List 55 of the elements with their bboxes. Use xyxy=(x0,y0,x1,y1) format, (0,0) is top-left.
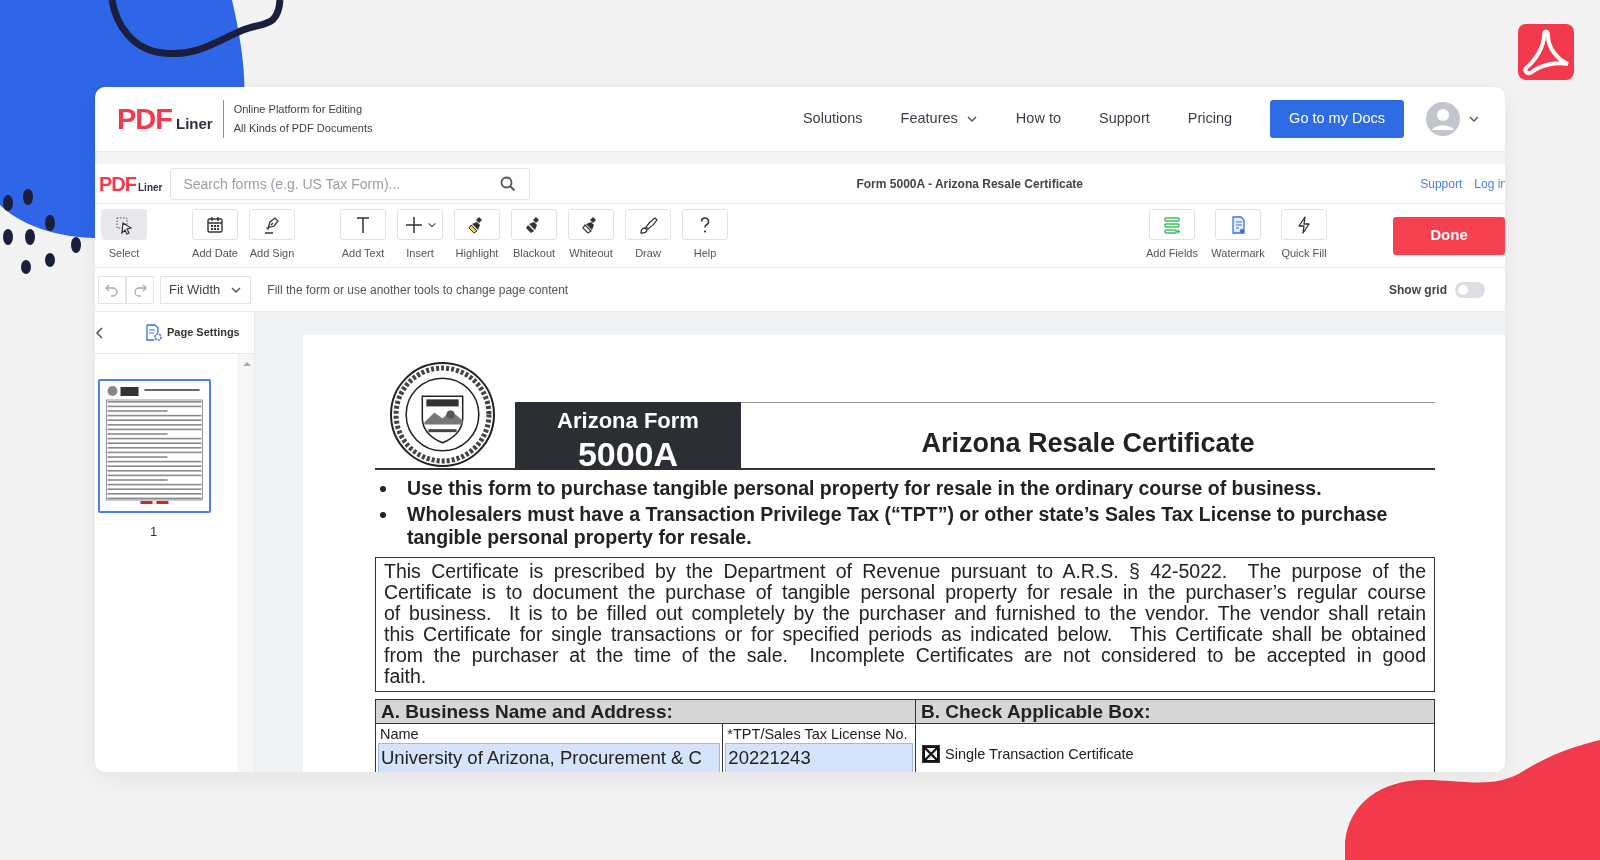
bullet-text: Use this form to purchase tangible personal property for resale in the ordinary course of business. xyxy=(407,477,1322,501)
show-grid-label: Show grid xyxy=(1389,281,1447,299)
field-label: *TPT/Sales Tax License No. xyxy=(726,724,909,743)
nav-link[interactable]: Solutions xyxy=(802,108,863,130)
input-field[interactable]: University of Arizona, Procurement & C xyxy=(378,742,721,772)
page-thumbnail[interactable] xyxy=(98,379,211,513)
nav-link[interactable]: Pricing xyxy=(1187,108,1233,130)
field-label: Name xyxy=(379,724,420,743)
page-settings-button[interactable]: Page Settings xyxy=(139,322,246,343)
scroll-up-icon[interactable] xyxy=(241,360,252,368)
list-icon xyxy=(1162,214,1182,235)
logo-text: Liner xyxy=(138,180,163,195)
done-button[interactable]: Done xyxy=(1393,216,1505,255)
redo-button[interactable] xyxy=(126,275,154,304)
undo-button[interactable] xyxy=(98,275,126,304)
bullet-text: Wholesalers must have a Transaction Privilege Tax (“TPT”) or other state’s Sales Tax License to purchase tangible personal property for resale. xyxy=(407,502,1389,550)
document-title: Form 5000A - Arizona Resale Certificate xyxy=(856,175,1083,193)
page-number: 1 xyxy=(150,523,159,541)
nav-link[interactable]: Features xyxy=(900,108,978,130)
logo-icon xyxy=(1518,24,1574,80)
section-heading: A. Business Name and Address: xyxy=(376,699,915,724)
option-label: Single Transaction Certificate xyxy=(945,744,1134,764)
bullet-icon xyxy=(380,486,386,492)
nav-link[interactable]: How to xyxy=(1015,108,1061,130)
form-number: 5000A xyxy=(576,437,680,471)
hint-text: Fill the form or use another tools to change page content xyxy=(267,281,569,299)
input-field[interactable]: 20221243 xyxy=(725,742,913,772)
intro-paragraph: This Certificate is prescribed by the Department of Revenue pursuant to A.R.S. § 42-5022. The purpose of the Certificate is to document the purchase of tangible personal property for resale in the purchaser’s regular course of business. It is to be filled out completely by the purchaser and furnished to the vendor. The vendor shall retain this Certificate for single transactions or for specified periods as indicated below. This Certificate shall be obtained from the purchaser at the time of the sale. Incomplete Certificates are not considered to be accepted in good faith. xyxy=(375,556,1435,692)
lightning-tool[interactable]: Quick Fill xyxy=(1275,209,1333,262)
header-link[interactable]: Support xyxy=(1420,174,1463,193)
form-title: Arizona Resale Certificate xyxy=(741,402,1435,468)
search-field[interactable]: Search forms (e.g. US Tax Form)... xyxy=(170,167,531,200)
go-to-docs-button[interactable]: Go to my Docs xyxy=(1270,100,1404,138)
zoom-select[interactable]: Fit Width xyxy=(160,275,252,304)
tagline-text: All Kinds of PDF Documents xyxy=(233,121,373,136)
plus-icon xyxy=(403,214,424,235)
nav-link[interactable]: Support xyxy=(1099,108,1150,130)
settings-icon xyxy=(145,323,163,342)
chevron-left-icon xyxy=(95,325,105,340)
account-menu[interactable] xyxy=(1426,102,1480,136)
logo-text: PDF xyxy=(117,104,172,134)
section-heading: B. Check Applicable Box: xyxy=(916,699,1434,724)
bullet-icon xyxy=(380,511,386,518)
select-icon xyxy=(114,214,134,235)
avatar-icon xyxy=(1426,102,1460,136)
logo-text: Liner xyxy=(176,113,213,134)
calendar-icon xyxy=(205,214,225,235)
logo-text: PDF xyxy=(99,173,136,194)
show-grid-toggle[interactable] xyxy=(1455,281,1485,298)
list-tool[interactable]: Add Fields xyxy=(1143,209,1201,262)
form-label: Arizona Form xyxy=(556,407,700,432)
document-tool[interactable]: Watermark xyxy=(1209,209,1267,262)
checkbox[interactable] xyxy=(922,745,940,764)
search-icon[interactable] xyxy=(500,175,517,192)
tagline-text: Online Platform for Editing xyxy=(233,102,364,117)
